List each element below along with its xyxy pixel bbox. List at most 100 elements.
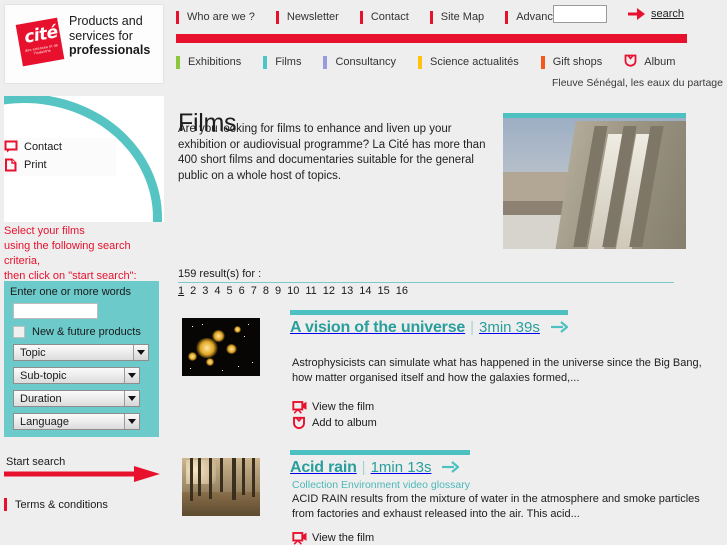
start-search-arrow-icon: [4, 465, 162, 488]
new-products-row[interactable]: New & future products: [13, 326, 141, 338]
result-add-to-album-link[interactable]: Add to album: [292, 416, 377, 430]
result-action-label: Add to album: [312, 417, 377, 429]
page-link-2[interactable]: 2: [190, 285, 196, 297]
quick-link-contact[interactable]: Contact: [4, 138, 116, 156]
page-link-14[interactable]: 14: [359, 285, 371, 297]
page-link-1[interactable]: 1: [178, 285, 184, 297]
result-count: 159 result(s) for :: [178, 268, 262, 280]
section-nav-item-consultancy[interactable]: Consultancy: [323, 55, 418, 69]
search-input[interactable]: [553, 5, 607, 23]
instructions-line-1: Select your films: [4, 225, 85, 237]
top-nav-item-who-are-we[interactable]: Who are we ?: [176, 10, 275, 24]
pagination: 1 2 3 4 5 6 7 8 9 10 11 12 13 14 15 16: [178, 285, 414, 297]
new-products-checkbox[interactable]: [13, 326, 25, 338]
page-link-12[interactable]: 12: [323, 285, 335, 297]
top-nav-item-site-map[interactable]: Site Map: [429, 10, 504, 24]
search-link[interactable]: search: [651, 8, 684, 20]
video-camera-icon: [292, 531, 308, 545]
top-nav-label: Who are we ?: [187, 11, 255, 23]
chevron-down-icon: [124, 391, 139, 406]
result-view-film-link[interactable]: View the film: [292, 531, 374, 545]
page-link-7[interactable]: 7: [251, 285, 257, 297]
logo-tagline-line2: services for: [69, 28, 133, 43]
top-nav-label: Newsletter: [286, 11, 339, 23]
section-navigation: Exhibitions Films Consultancy Science ac…: [176, 53, 675, 71]
result-duration: 1min 13s: [370, 459, 432, 476]
logo-tagline-line3: professionals: [69, 43, 151, 57]
page-link-4[interactable]: 4: [214, 285, 220, 297]
keyword-input[interactable]: [13, 303, 98, 319]
section-nav-item-science-actualites[interactable]: Science actualités: [418, 55, 541, 69]
result-view-film-link[interactable]: View the film: [292, 400, 374, 414]
quick-link-label: Print: [24, 159, 47, 171]
top-nav-item-newsletter[interactable]: Newsletter: [275, 10, 359, 24]
page-link-10[interactable]: 10: [287, 285, 299, 297]
red-bar-icon: [4, 498, 7, 511]
dropdown-label: Topic: [20, 346, 46, 359]
search-arrow-icon[interactable]: [627, 6, 647, 22]
result-title-link[interactable]: A vision of the universe | 3min 39s: [290, 318, 569, 337]
quick-links: Contact Print: [4, 138, 116, 176]
top-nav-label: Site Map: [440, 11, 485, 23]
section-nav-label: Consultancy: [335, 56, 397, 68]
red-bar-icon: [275, 10, 279, 24]
new-products-label: New & future products: [32, 326, 141, 338]
quick-link-print[interactable]: Print: [4, 156, 116, 174]
color-bar-icon: [263, 55, 268, 69]
result-thumbnail[interactable]: [182, 318, 260, 376]
album-shield-icon: [292, 416, 308, 430]
logo-box[interactable]: cité des sciences et de l'industrie Prod…: [4, 4, 164, 84]
red-divider-band: [176, 34, 687, 43]
page-link-6[interactable]: 6: [239, 285, 245, 297]
result-separator: |: [470, 319, 474, 336]
start-search-button[interactable]: Start search: [4, 453, 162, 483]
dropdown-label: Duration: [20, 392, 62, 405]
result-description: ACID RAIN results from the mixture of wa…: [292, 493, 700, 520]
result-title: A vision of the universe: [290, 319, 466, 336]
contact-icon: [4, 140, 20, 154]
result-accent-bar: [290, 450, 470, 455]
result-action-label: View the film: [312, 401, 375, 413]
video-camera-icon: [292, 400, 308, 414]
section-nav-item-exhibitions[interactable]: Exhibitions: [176, 55, 263, 69]
section-nav-item-gift-shops[interactable]: Gift shops: [540, 55, 625, 69]
dropdown-topic[interactable]: Topic: [13, 344, 149, 361]
dropdown-language[interactable]: Language: [13, 413, 140, 430]
page-link-15[interactable]: 15: [378, 285, 390, 297]
top-nav-item-contact[interactable]: Contact: [359, 10, 429, 24]
result-collection: Collection Environment video glossary: [292, 479, 471, 491]
section-nav-item-album[interactable]: Album: [624, 54, 675, 70]
result-title-link[interactable]: Acid rain | 1min 13s: [290, 458, 461, 479]
section-nav-label: Science actualités: [430, 56, 519, 68]
dropdown-label: Language: [20, 415, 69, 428]
hero-image: [503, 118, 686, 249]
page-link-11[interactable]: 11: [305, 285, 316, 297]
album-shield-icon: [624, 54, 637, 70]
chevron-down-icon: [124, 414, 139, 429]
quick-link-label: Contact: [24, 141, 62, 153]
page-link-3[interactable]: 3: [202, 285, 208, 297]
logo-tagline-line1: Products and: [69, 14, 143, 28]
dropdown-duration[interactable]: Duration: [13, 390, 140, 407]
page-link-8[interactable]: 8: [263, 285, 269, 297]
red-bar-icon: [359, 10, 363, 24]
section-nav-label: Exhibitions: [188, 56, 242, 68]
print-icon: [4, 158, 20, 172]
dropdown-sub-topic[interactable]: Sub-topic: [13, 367, 140, 384]
filter-panel: Enter one or more words New & future pro…: [4, 281, 159, 437]
divider-rule: [178, 282, 674, 283]
result-thumbnail[interactable]: [182, 458, 260, 516]
page-link-16[interactable]: 16: [396, 285, 408, 297]
color-bar-icon: [323, 55, 328, 69]
instructions-line-2: using the following search criteria,: [4, 240, 131, 267]
section-nav-label: Album: [644, 56, 676, 68]
dropdown-label: Sub-topic: [20, 369, 67, 382]
top-navigation: Who are we ? Newsletter Contact Site Map…: [176, 6, 586, 28]
page-link-13[interactable]: 13: [341, 285, 353, 297]
chevron-down-icon: [124, 368, 139, 383]
page-link-9[interactable]: 9: [275, 285, 281, 297]
section-nav-item-films[interactable]: Films: [263, 55, 323, 69]
terms-and-conditions-link[interactable]: Terms & conditions: [4, 498, 108, 511]
result-arrow-icon: [441, 460, 461, 479]
page-link-5[interactable]: 5: [227, 285, 233, 297]
